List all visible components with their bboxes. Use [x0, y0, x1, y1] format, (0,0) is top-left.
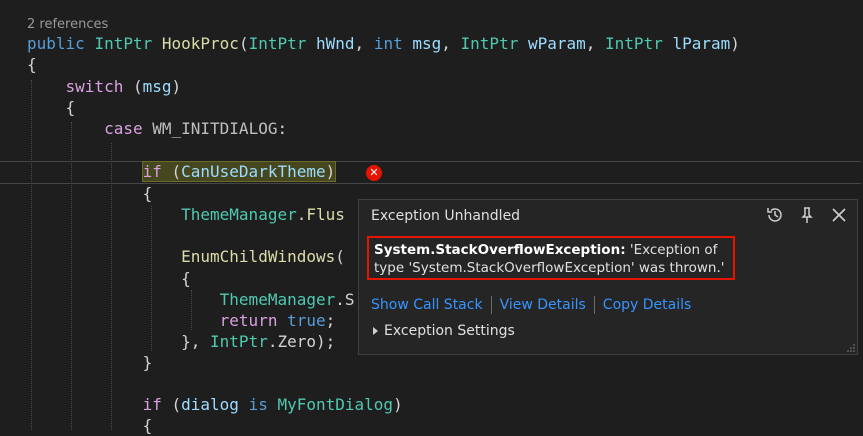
pin-icon[interactable]: [797, 205, 817, 225]
code-line-5: case WM_INITDIALOG:: [104, 119, 288, 138]
resize-grip-icon[interactable]: [846, 343, 856, 353]
exception-settings-label: Exception Settings: [384, 323, 515, 339]
exception-type: System.StackOverflowException:: [374, 242, 626, 258]
code-line-9: EnumChildWindows(: [181, 247, 345, 266]
code-line-16: {: [142, 416, 153, 435]
code-line-15: if (dialog is MyFontDialog): [142, 395, 403, 414]
history-icon[interactable]: [765, 205, 785, 225]
code-line-13: }, IntPtr.Zero);: [181, 332, 336, 351]
expand-triangle-icon: [373, 327, 378, 335]
popup-title: Exception Unhandled: [371, 208, 521, 224]
code-line-14: }: [142, 353, 153, 372]
code-line-1: public IntPtr HookProc(IntPtr hWnd, int …: [27, 34, 740, 53]
code-line-7: {: [142, 184, 153, 203]
link-divider: [593, 296, 595, 314]
error-icon[interactable]: ✕: [366, 165, 382, 181]
copy-details-link[interactable]: Copy Details: [603, 297, 692, 313]
exception-settings-toggle[interactable]: Exception Settings: [373, 323, 515, 339]
code-line-3: switch (msg): [65, 77, 182, 96]
close-icon[interactable]: [829, 205, 849, 225]
code-line-10: {: [181, 269, 191, 288]
code-line-8: ThemeManager.Flus: [181, 205, 345, 224]
code-line-2: {: [27, 55, 37, 74]
code-line-12: return true;: [219, 311, 336, 330]
codelens-references[interactable]: 2 references: [27, 17, 108, 32]
exception-popup: Exception Unhandled System.StackOverflow…: [358, 199, 858, 355]
code-line-current: if (CanUseDarkTheme): [141, 161, 337, 182]
exception-message: System.StackOverflowException: 'Exceptio…: [367, 236, 735, 280]
link-divider: [490, 296, 492, 314]
show-call-stack-link[interactable]: Show Call Stack: [371, 297, 483, 313]
code-line-4: {: [65, 98, 76, 117]
view-details-link[interactable]: View Details: [500, 297, 586, 313]
code-line-11: ThemeManager.S: [219, 290, 355, 309]
